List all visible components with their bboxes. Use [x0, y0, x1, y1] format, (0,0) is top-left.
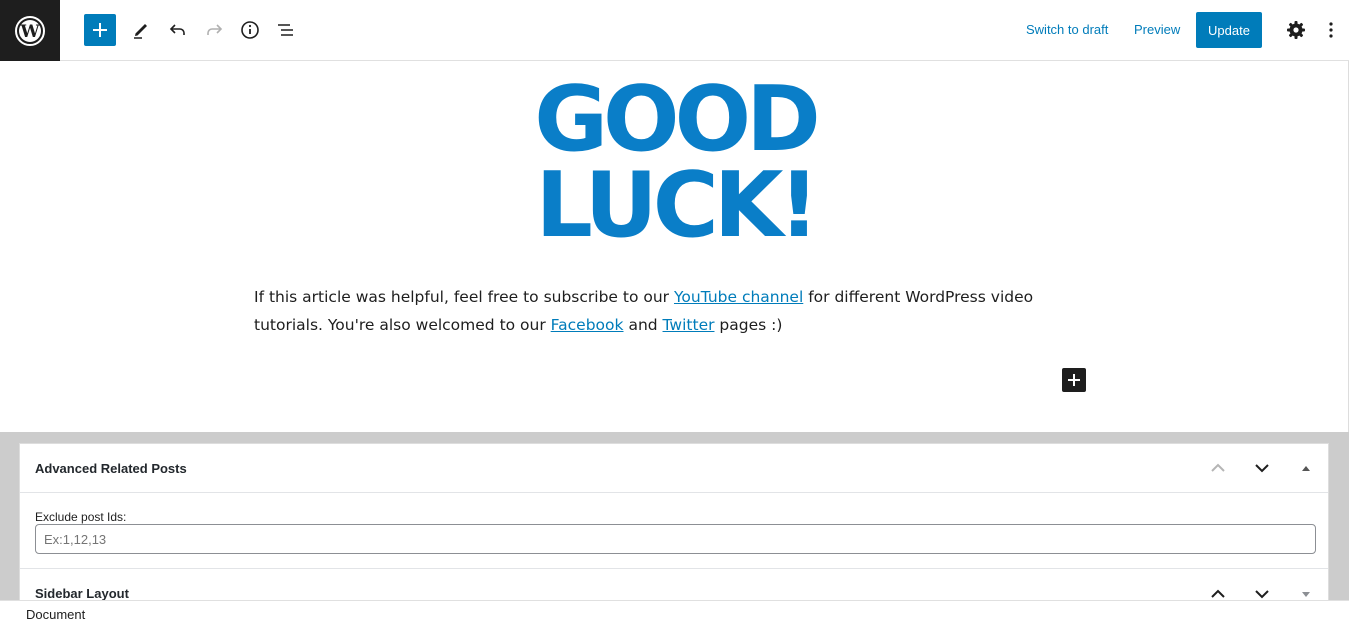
update-button[interactable]: Update — [1196, 12, 1262, 48]
undo-icon — [169, 24, 185, 35]
chevron-up-icon — [1211, 463, 1225, 472]
metabox-header: Advanced Related Posts — [20, 444, 1328, 493]
paragraph-text: If this article was helpful, feel free t… — [254, 288, 674, 306]
image-text-luck: LUCK! — [535, 153, 819, 258]
editor-footer: Document — [0, 600, 1349, 625]
more-vertical-icon — [1329, 22, 1333, 38]
paragraph-text: pages :) — [714, 316, 783, 334]
gear-icon — [1287, 21, 1305, 39]
editor-canvas: GOOD LUCK! If this article was helpful, … — [0, 61, 1349, 432]
good-luck-image[interactable]: GOOD LUCK! — [520, 67, 830, 258]
exclude-post-ids-input[interactable] — [35, 524, 1316, 554]
move-up-button[interactable] — [1206, 456, 1230, 480]
paragraph-block[interactable]: If this article was helpful, feel free t… — [254, 283, 1094, 339]
settings-button[interactable] — [1280, 14, 1312, 46]
wordpress-logo-icon: W — [15, 15, 45, 46]
block-inserter-button[interactable] — [84, 14, 116, 46]
undo-button[interactable] — [162, 14, 194, 46]
preview-button[interactable]: Preview — [1134, 22, 1180, 37]
plus-icon — [93, 23, 107, 37]
svg-text:W: W — [19, 22, 40, 42]
youtube-channel-link[interactable]: YouTube channel — [674, 288, 803, 306]
exclude-post-ids-label: Exclude post Ids: — [35, 510, 127, 524]
list-view-icon — [278, 24, 293, 36]
facebook-link[interactable]: Facebook — [551, 316, 624, 334]
plus-icon — [1068, 374, 1080, 386]
redo-button[interactable] — [198, 14, 230, 46]
options-menu-button[interactable] — [1316, 14, 1346, 46]
advanced-related-posts-metabox: Advanced Related Posts Exclude post Ids:… — [19, 443, 1329, 601]
toggle-panel-button[interactable] — [1294, 456, 1318, 480]
chevron-down-icon — [1255, 464, 1269, 473]
divider — [20, 568, 1328, 569]
details-button[interactable] — [234, 14, 266, 46]
triangle-up-icon — [1302, 466, 1310, 471]
metaboxes-area: Advanced Related Posts Exclude post Ids:… — [0, 432, 1349, 601]
switch-to-draft-button[interactable]: Switch to draft — [1026, 22, 1108, 37]
list-view-button[interactable] — [270, 14, 302, 46]
move-down-button[interactable] — [1250, 456, 1274, 480]
twitter-link[interactable]: Twitter — [663, 316, 715, 334]
paragraph-text: and — [623, 316, 663, 334]
redo-icon — [207, 24, 223, 35]
sidebar-layout-title: Sidebar Layout — [35, 586, 129, 601]
wordpress-logo-button[interactable]: W — [0, 0, 60, 61]
add-block-button[interactable] — [1062, 368, 1086, 392]
breadcrumb-document[interactable]: Document — [26, 607, 85, 622]
pencil-icon — [134, 24, 147, 39]
editor-header: W Switch to draft Preview Update — [0, 0, 1349, 61]
metabox-title: Advanced Related Posts — [35, 461, 187, 476]
info-icon — [241, 21, 259, 39]
tools-button[interactable] — [125, 14, 157, 46]
